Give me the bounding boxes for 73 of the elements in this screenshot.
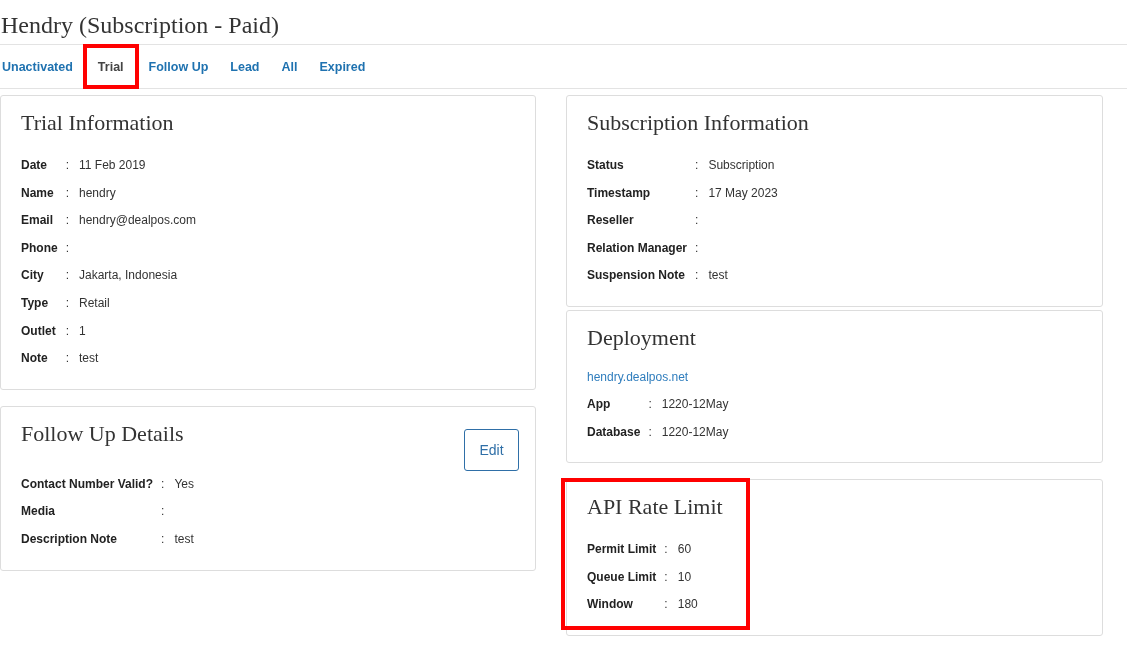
colon: : xyxy=(161,475,166,493)
field-value: 17 May 2023 xyxy=(708,184,779,202)
colon: : xyxy=(664,568,669,586)
field-label: Outlet xyxy=(21,322,57,340)
card-title: Trial Information xyxy=(21,110,174,136)
field-label: Queue Limit xyxy=(587,568,658,586)
field-value: Yes xyxy=(174,475,195,493)
edit-button[interactable]: Edit xyxy=(464,428,519,471)
colon: : xyxy=(648,395,653,413)
colon: : xyxy=(648,423,653,441)
field-value: Jakarta, Indonesia xyxy=(79,267,179,285)
card-title: API Rate Limit xyxy=(587,494,723,521)
field-label: Email xyxy=(21,212,54,230)
deployment-link[interactable]: hendry.dealpos.net xyxy=(587,366,689,387)
field-label: Description Note xyxy=(21,530,118,548)
field-label: Status xyxy=(587,157,625,174)
card-title: Subscription Information xyxy=(587,110,809,136)
colon: : xyxy=(65,157,70,174)
field-value: 1220-12May xyxy=(661,395,730,413)
field-label: Media xyxy=(21,503,56,521)
field-value: hendry@dealpos.com xyxy=(79,212,197,230)
field-value: test xyxy=(79,350,100,368)
card-title: Deployment xyxy=(587,324,696,351)
colon: : xyxy=(664,541,669,559)
colon: : xyxy=(161,530,166,548)
colon: : xyxy=(65,184,70,202)
field-value: hendry xyxy=(79,184,117,202)
field-label: Database xyxy=(587,423,642,441)
colon: : xyxy=(65,267,70,285)
field-label: App xyxy=(587,395,612,413)
field-value: 10 xyxy=(677,568,693,586)
field-label: Contact Number Valid? xyxy=(21,475,155,493)
card-title: Follow Up Details xyxy=(21,420,184,447)
colon: : xyxy=(695,267,700,285)
colon: : xyxy=(695,212,700,230)
field-value: 1220-12May xyxy=(661,423,730,441)
field-value: 1 xyxy=(79,322,87,340)
field-label: Timestamp xyxy=(587,184,652,202)
tab[interactable]: Lead xyxy=(219,45,271,88)
colon: : xyxy=(664,596,669,614)
tab[interactable]: Unactivated xyxy=(0,45,84,88)
colon: : xyxy=(65,322,70,340)
field-value: 60 xyxy=(677,541,693,559)
colon: : xyxy=(161,503,166,521)
field-label: Window xyxy=(587,596,634,614)
field-value: test xyxy=(174,530,195,548)
tab[interactable]: Expired xyxy=(308,45,377,88)
field-label: City xyxy=(21,267,45,285)
field-value: Retail xyxy=(79,294,111,312)
colon: : xyxy=(65,212,70,230)
field-label: Reseller xyxy=(587,212,635,230)
field-label: Note xyxy=(21,350,49,368)
tab[interactable]: Follow Up xyxy=(137,45,220,88)
colon: : xyxy=(65,350,70,368)
field-value: 180 xyxy=(677,596,699,614)
colon: : xyxy=(695,239,700,257)
field-label: Name xyxy=(21,184,55,202)
field-label: Type xyxy=(21,294,50,312)
field-label: Permit Limit xyxy=(587,541,658,559)
colon: : xyxy=(695,184,700,202)
field-label: Suspension Note xyxy=(587,267,686,285)
tab[interactable]: All xyxy=(270,45,309,88)
tab[interactable]: Trial xyxy=(87,45,134,88)
field-value: 11 Feb 2019 xyxy=(79,157,147,174)
page-title: Hendry (Subscription - Paid) xyxy=(0,0,1127,45)
field-value: Subscription xyxy=(708,157,776,174)
field-value: test xyxy=(708,267,729,285)
colon: : xyxy=(65,239,70,257)
field-label: Relation Manager xyxy=(587,239,689,257)
colon: : xyxy=(65,294,70,312)
field-label: Phone xyxy=(21,239,59,257)
field-label: Date xyxy=(21,157,48,174)
colon: : xyxy=(695,157,700,174)
